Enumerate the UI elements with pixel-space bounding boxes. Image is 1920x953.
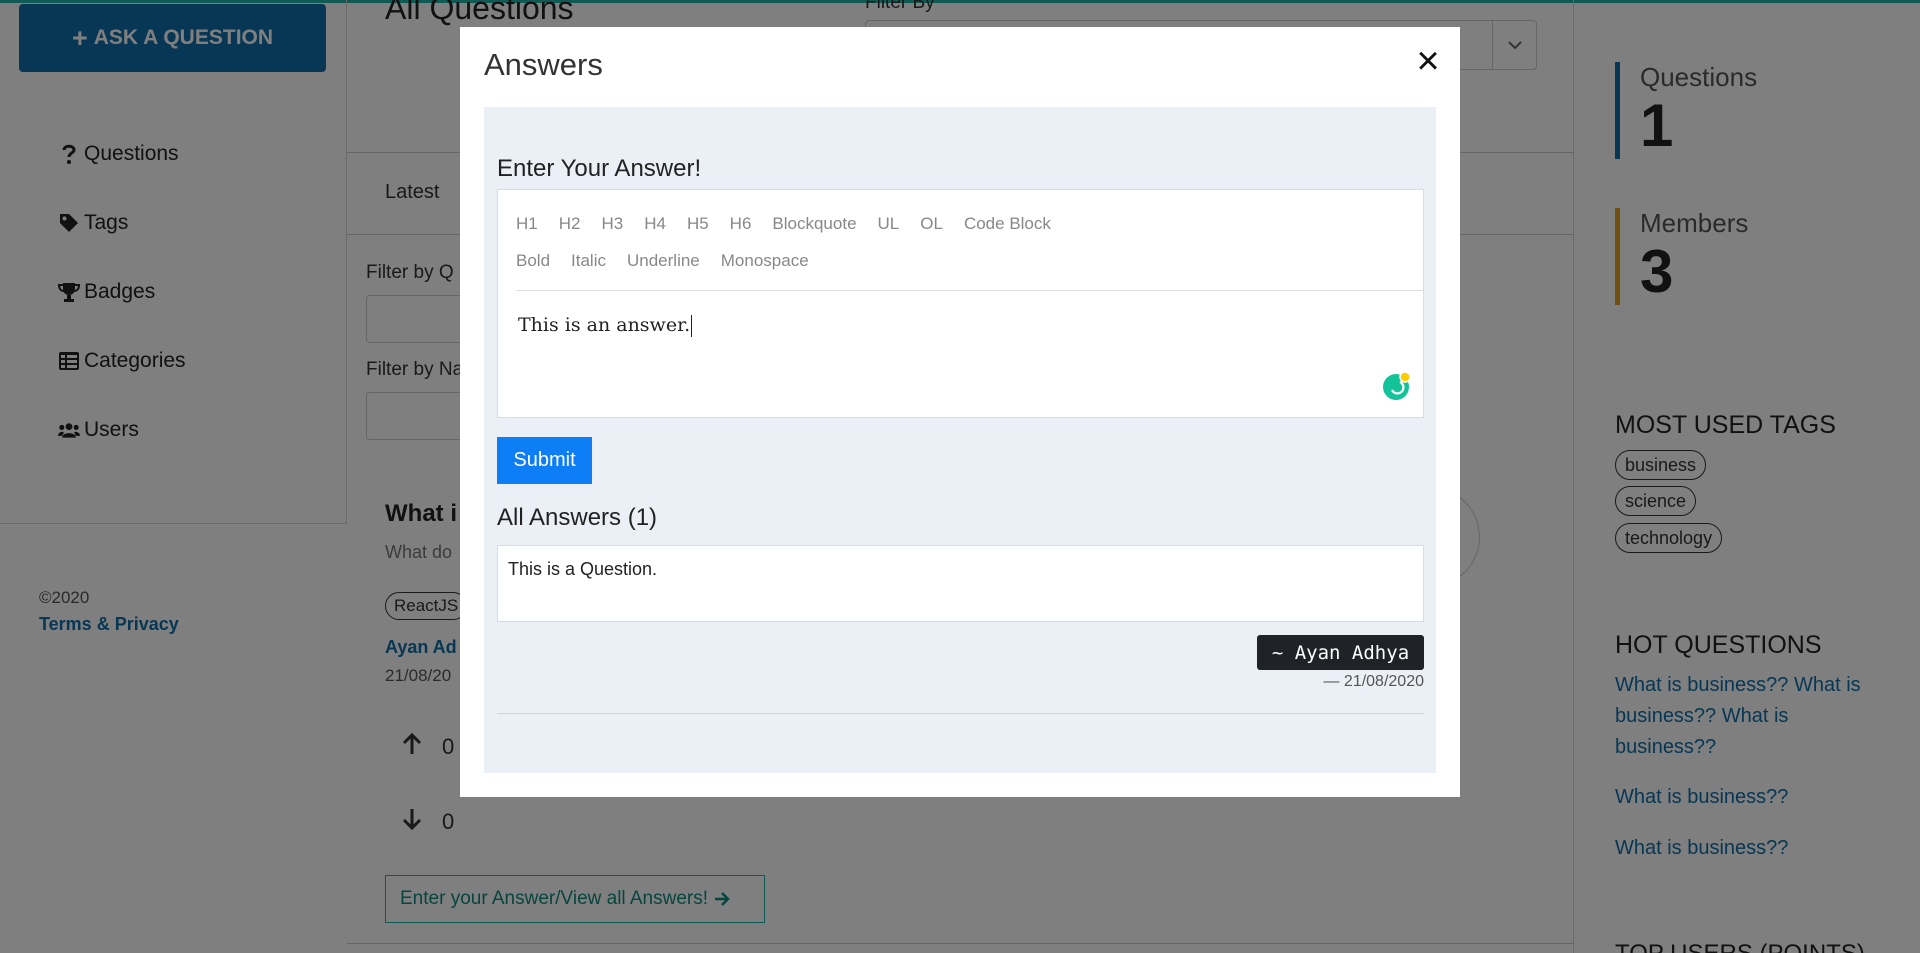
answer-text: This is a Question. xyxy=(508,559,658,579)
toolbar-h6-button[interactable]: H6 xyxy=(730,214,752,234)
text-caret xyxy=(691,315,693,337)
answer-author-badge: ~ Ayan Adhya xyxy=(1257,635,1424,670)
toolbar-underline-button[interactable]: Underline xyxy=(627,251,700,271)
toolbar-h2-button[interactable]: H2 xyxy=(559,214,581,234)
modal-title: Answers xyxy=(484,47,603,82)
submit-button[interactable]: Submit xyxy=(497,437,592,484)
modal-body: Enter Your Answer! H1 H2 H3 H4 H5 H6 Blo… xyxy=(484,107,1436,773)
toolbar-h3-button[interactable]: H3 xyxy=(601,214,623,234)
toolbar-blockquote-button[interactable]: Blockquote xyxy=(772,214,856,234)
toolbar-codeblock-button[interactable]: Code Block xyxy=(964,214,1051,234)
editor-toolbar-row: Bold Italic Underline Monospace xyxy=(516,251,830,271)
answer-editor[interactable]: H1 H2 H3 H4 H5 H6 Blockquote UL OL Code … xyxy=(497,189,1424,418)
toolbar-h1-button[interactable]: H1 xyxy=(516,214,538,234)
enter-answer-title: Enter Your Answer! xyxy=(497,155,702,182)
all-answers-title: All Answers (1) xyxy=(497,504,658,531)
toolbar-monospace-button[interactable]: Monospace xyxy=(721,251,809,271)
editor-content[interactable]: This is an answer. xyxy=(518,314,693,337)
answer-date: — 21/08/2020 xyxy=(1323,673,1424,690)
toolbar-bold-button[interactable]: Bold xyxy=(516,251,550,271)
grammarly-icon[interactable] xyxy=(1383,370,1413,400)
toolbar-h4-button[interactable]: H4 xyxy=(644,214,666,234)
editor-text: This is an answer. xyxy=(518,314,691,336)
editor-toolbar-row: H1 H2 H3 H4 H5 H6 Blockquote UL OL Code … xyxy=(516,214,1072,234)
answers-modal: Answers × Enter Your Answer! H1 H2 H3 H4… xyxy=(460,27,1460,797)
toolbar-italic-button[interactable]: Italic xyxy=(571,251,606,271)
editor-divider xyxy=(516,290,1423,291)
toolbar-ol-button[interactable]: OL xyxy=(920,214,943,234)
divider xyxy=(497,713,1424,714)
toolbar-h5-button[interactable]: H5 xyxy=(687,214,709,234)
toolbar-ul-button[interactable]: UL xyxy=(878,214,900,234)
answer-card: This is a Question. xyxy=(497,545,1424,622)
close-icon[interactable]: × xyxy=(1412,41,1444,81)
